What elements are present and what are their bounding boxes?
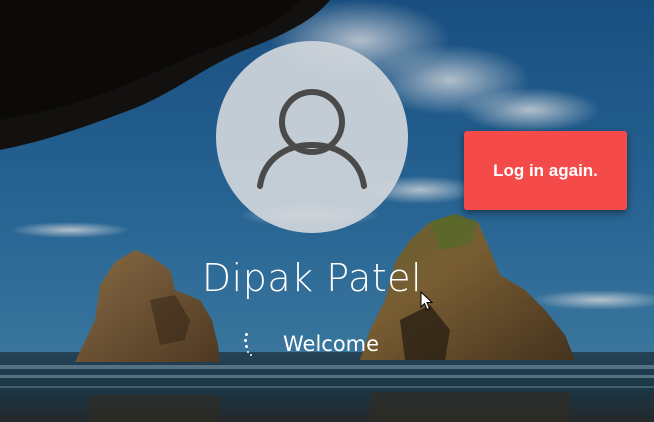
welcome-text: Welcome bbox=[283, 332, 380, 356]
windows-sign-in-screen: Dipak Patel Welcome Log in again. bbox=[0, 0, 654, 422]
user-name: Dipak Patel bbox=[201, 256, 423, 300]
user-silhouette-icon bbox=[257, 89, 367, 189]
mouse-pointer-icon bbox=[420, 291, 434, 311]
sign-in-status: Welcome bbox=[236, 328, 379, 360]
log-in-again-button[interactable]: Log in again. bbox=[464, 131, 627, 210]
loading-dots-icon bbox=[236, 328, 264, 360]
user-avatar bbox=[216, 41, 408, 233]
